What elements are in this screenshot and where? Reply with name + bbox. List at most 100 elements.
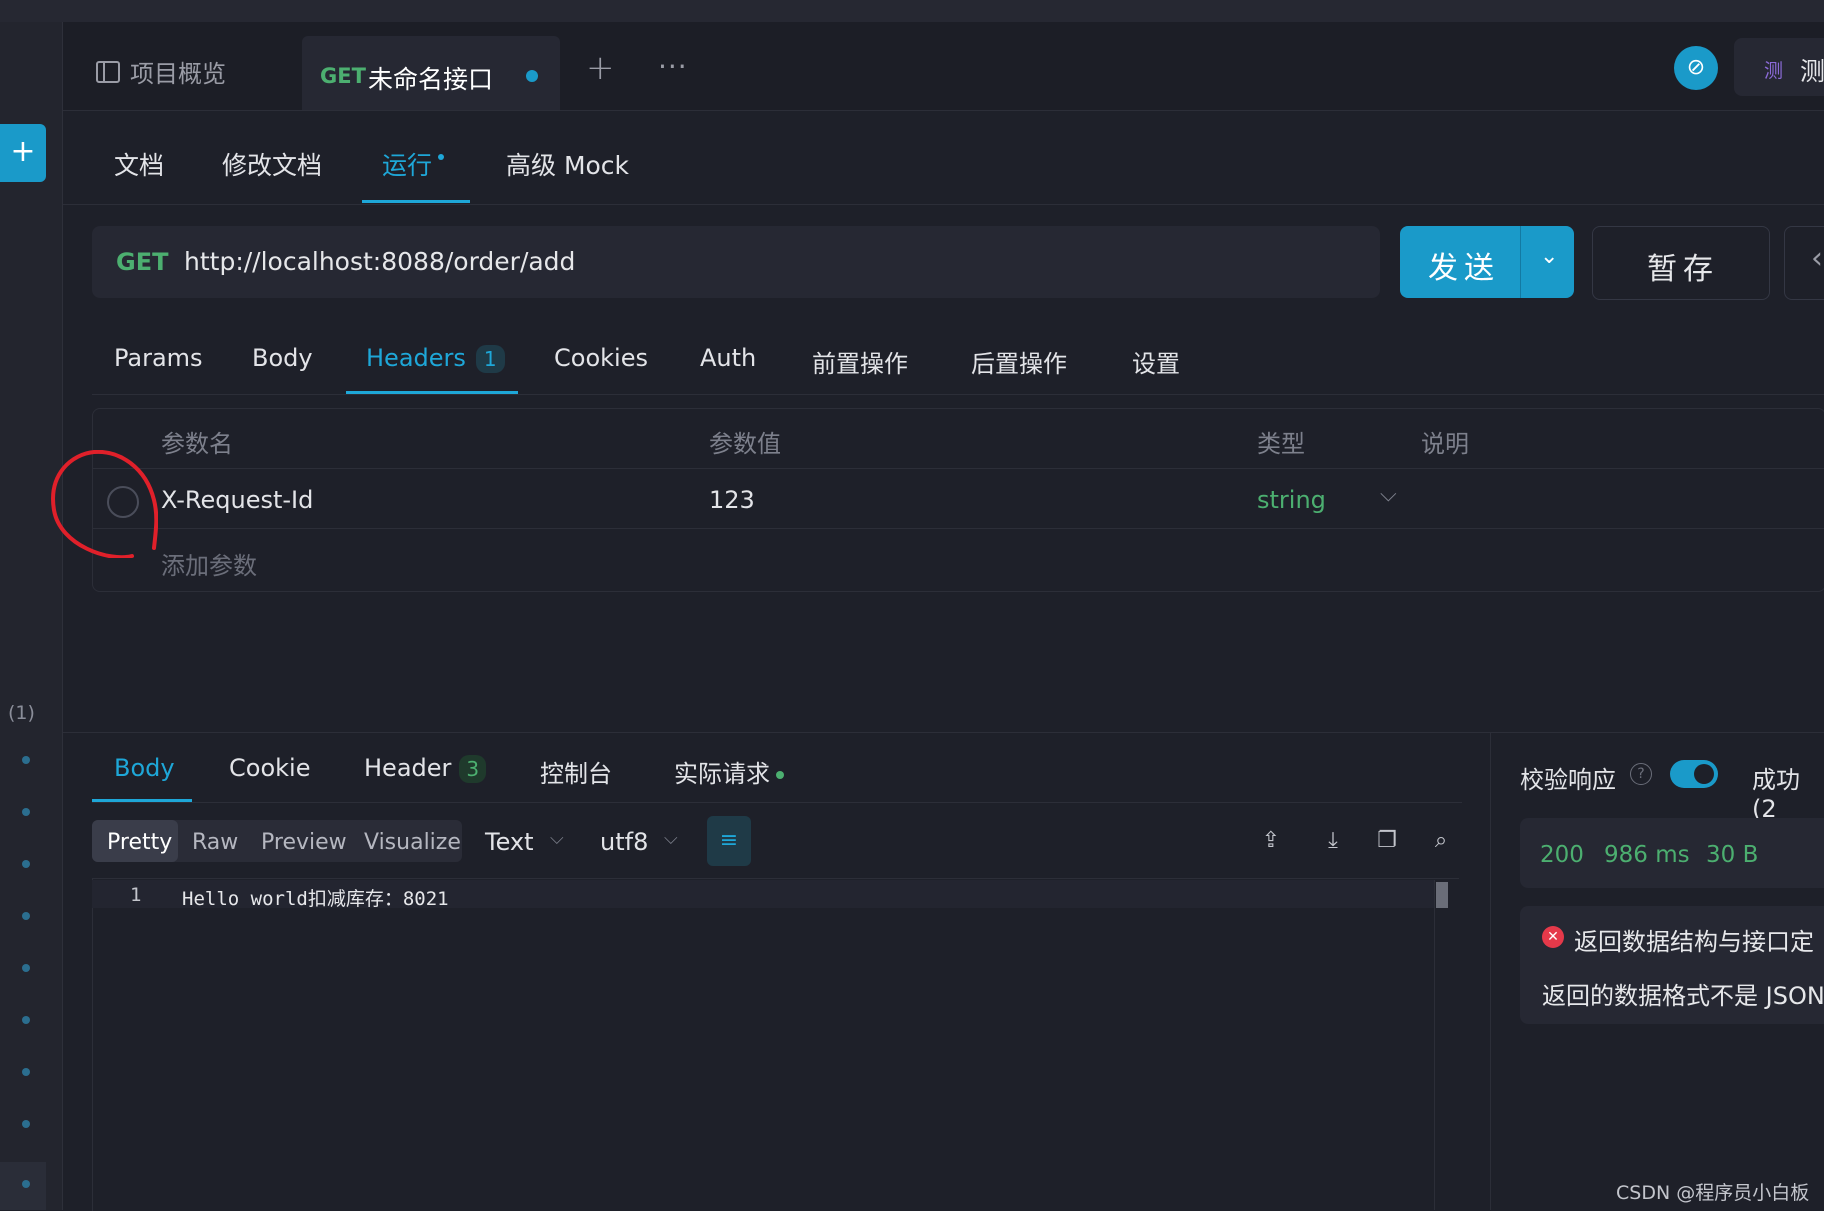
verify-toggle[interactable]	[1670, 760, 1718, 788]
new-item-button[interactable]: +	[0, 124, 46, 182]
tab-params[interactable]: Params	[114, 344, 203, 372]
sidebar-dot[interactable]	[22, 756, 30, 764]
tab-unnamed-api[interactable]: GET 未命名接口	[302, 36, 560, 110]
tab-cookies[interactable]: Cookies	[554, 344, 648, 372]
verify-response-label: 校验响应	[1520, 766, 1616, 794]
header-count-badge: 3	[459, 755, 487, 783]
tab-auth[interactable]: Auth	[700, 344, 756, 372]
title-strip	[0, 0, 1824, 23]
tab-settings[interactable]: 设置	[1132, 344, 1180, 379]
sidebar-dot[interactable]	[22, 1068, 30, 1076]
subtab-edit-doc[interactable]: 修改文档	[222, 146, 322, 182]
format-select[interactable]: Text	[485, 828, 534, 856]
subtab-doc[interactable]: 文档	[114, 146, 164, 182]
response-body-line[interactable]: Hello world扣减库存：8021	[182, 884, 449, 911]
url-input[interactable]: http://localhost:8088/order/add	[184, 247, 575, 276]
response-tab-body[interactable]: Body	[114, 754, 175, 782]
tab-project-overview[interactable]: 项目概览	[96, 54, 226, 89]
tab-pre-script[interactable]: 前置操作	[812, 344, 908, 379]
save-button[interactable]: 暂存	[1592, 226, 1770, 300]
unsaved-dot-icon	[526, 70, 538, 82]
scrollbar[interactable]	[1434, 880, 1457, 1210]
view-raw[interactable]: Raw	[192, 830, 238, 855]
response-tab-cookie[interactable]: Cookie	[229, 754, 310, 782]
chevron-down-icon[interactable]: ⌄	[1540, 244, 1558, 269]
response-tab-console[interactable]: 控制台	[540, 754, 612, 789]
run-dot-icon	[438, 154, 445, 160]
params-tab-divider	[92, 394, 1824, 395]
chevron-down-icon[interactable]: ⌵	[1380, 482, 1397, 507]
tab-body[interactable]: Body	[252, 344, 313, 372]
sidebar	[0, 22, 63, 1210]
response-tab-indicator	[92, 799, 192, 802]
response-tab-header[interactable]: Header 3	[364, 754, 487, 783]
column-header-value: 参数值	[709, 430, 781, 458]
download-icon[interactable]: ⤓	[1318, 826, 1348, 856]
encoding-select[interactable]: utf8	[600, 828, 648, 856]
send-button[interactable]: 发送 ⌄	[1400, 226, 1574, 298]
tab-headers-label: Headers	[366, 344, 466, 372]
sidebar-dot[interactable]	[22, 912, 30, 920]
tab-label: 项目概览	[130, 60, 226, 88]
subtab-mock[interactable]: 高级 Mock	[506, 146, 629, 182]
export-icon[interactable]: ⇪	[1256, 826, 1286, 856]
more-actions-button[interactable]: ‹	[1784, 226, 1824, 300]
subtab-run[interactable]: 运行	[382, 146, 445, 182]
response-time: 986 ms	[1604, 842, 1690, 868]
search-icon[interactable]: ⌕	[1426, 826, 1456, 856]
sync-icon: ⊘	[1686, 55, 1706, 80]
params-tab-indicator	[346, 391, 518, 394]
column-header-type: 类型	[1257, 430, 1305, 458]
url-bar[interactable]: GET http://localhost:8088/order/add	[92, 226, 1380, 298]
hand-drawn-annotation-circle	[51, 450, 158, 558]
save-label: 暂存	[1647, 252, 1719, 287]
chevron-down-icon[interactable]: ⌵	[550, 828, 564, 849]
error-icon: ✕	[1542, 926, 1564, 948]
column-header-desc: 说明	[1421, 430, 1469, 458]
method-select[interactable]: GET	[116, 248, 168, 276]
sidebar-dot[interactable]	[22, 808, 30, 816]
environment-label: 测	[1800, 57, 1824, 86]
verify-result[interactable]: 成功 (2	[1752, 760, 1824, 823]
view-visualize[interactable]: Visualize	[364, 830, 461, 855]
view-pretty[interactable]: Pretty	[107, 830, 172, 855]
layout-icon	[96, 60, 120, 83]
sidebar-dot[interactable]	[22, 1016, 30, 1024]
response-body-editor[interactable]	[92, 878, 1459, 1211]
header-name-cell[interactable]: X-Request-Id	[161, 486, 313, 514]
word-wrap-button[interactable]: ≡	[707, 816, 751, 866]
environment-selector[interactable]: 测 测	[1734, 38, 1824, 96]
response-tab-divider	[92, 802, 1462, 803]
copy-icon[interactable]: ❐	[1372, 826, 1402, 856]
error-message: 返回的数据格式不是 JSON	[1542, 982, 1824, 1010]
send-label: 发送	[1428, 251, 1500, 286]
tab-method: GET	[320, 64, 366, 88]
sync-button[interactable]: ⊘	[1674, 46, 1718, 90]
send-divider	[1520, 226, 1521, 298]
sidebar-dot[interactable]	[22, 860, 30, 868]
headers-table	[92, 408, 1824, 592]
sub-tab-bar	[63, 110, 1824, 205]
add-tab-button[interactable]: +	[586, 48, 615, 88]
sidebar-dot[interactable]	[22, 964, 30, 972]
wrap-icon: ≡	[719, 828, 739, 853]
watermark: CSDN @程序员小白板	[1616, 1182, 1810, 1204]
view-preview[interactable]: Preview	[261, 830, 347, 855]
tab-headers[interactable]: Headers 1	[366, 344, 505, 373]
subtab-run-label: 运行	[382, 151, 433, 180]
response-size: 30 B	[1706, 842, 1759, 868]
scrollbar-thumb[interactable]	[1436, 882, 1448, 908]
table-divider	[92, 528, 1824, 529]
chevron-down-icon[interactable]: ⌵	[664, 828, 678, 849]
header-value-cell[interactable]: 123	[709, 486, 755, 514]
more-tabs-button[interactable]: ···	[658, 50, 688, 83]
tab-post-script[interactable]: 后置操作	[971, 344, 1067, 379]
sidebar-dot[interactable]	[22, 1180, 30, 1188]
help-icon[interactable]: ?	[1630, 763, 1652, 785]
sidebar-dot[interactable]	[22, 1120, 30, 1128]
plus-icon: +	[10, 134, 36, 169]
response-tab-actual-request[interactable]: 实际请求	[674, 754, 784, 789]
add-param-input[interactable]: 添加参数	[161, 546, 257, 581]
status-code: 200	[1540, 842, 1584, 868]
header-type-select[interactable]: string	[1257, 486, 1326, 514]
